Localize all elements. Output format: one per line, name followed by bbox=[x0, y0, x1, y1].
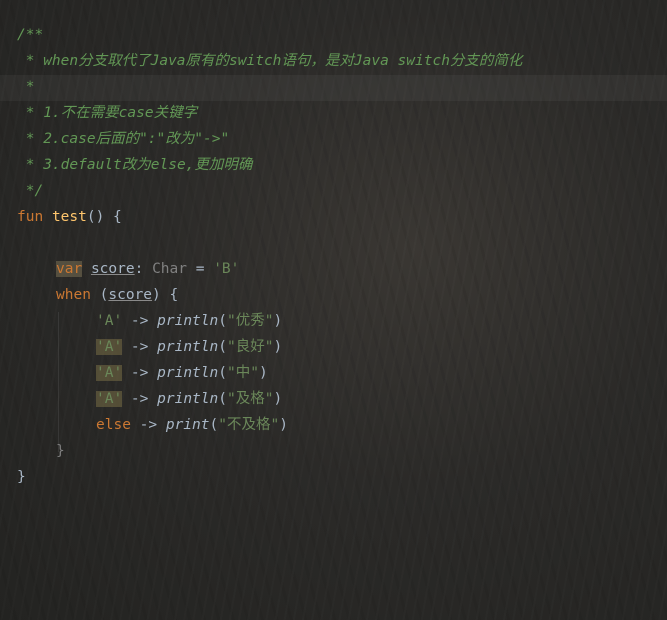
when-close-brace: } bbox=[56, 443, 65, 459]
function-declaration-line: fun test() { bbox=[17, 204, 122, 230]
variable-declaration-line: var score: Char = 'B' bbox=[56, 256, 239, 282]
else-keyword: else bbox=[96, 417, 131, 433]
branch-arrow: -> bbox=[122, 391, 158, 407]
branch-close-paren: ) bbox=[279, 417, 288, 433]
branch-arrow: -> bbox=[122, 313, 158, 329]
when-branch: 'A' -> println("中") bbox=[96, 360, 268, 386]
when-open-paren: ( bbox=[90, 287, 109, 303]
branch-arrow: -> bbox=[130, 417, 166, 433]
doc-comment-line-5: * 3.default改为else,更加明确 bbox=[17, 157, 253, 173]
function-close-brace: } bbox=[17, 469, 26, 485]
else-branch: else -> print("不及格") bbox=[96, 412, 288, 438]
branch-open-paren: ( bbox=[218, 313, 227, 329]
branch-call: println bbox=[157, 313, 219, 329]
doc-comment-line-1: * when分支取代了Java原有的switch语句，是对Java switch… bbox=[17, 53, 523, 69]
branch-close-paren: ) bbox=[273, 339, 283, 355]
doc-comment-line-2: * bbox=[17, 79, 35, 95]
branch-argument: "不及格" bbox=[218, 417, 280, 433]
when-keyword: when bbox=[56, 287, 91, 303]
branch-argument: "及格" bbox=[226, 391, 274, 407]
branch-argument: "优秀" bbox=[226, 313, 274, 329]
branch-arrow: -> bbox=[122, 339, 158, 355]
branch-close-paren: ) bbox=[273, 313, 283, 329]
type-name: Char bbox=[152, 261, 187, 277]
function-signature: () { bbox=[86, 209, 122, 225]
doc-comment-close: */ bbox=[17, 183, 44, 199]
code-editor[interactable]: /** * when分支取代了Java原有的switch语句，是对Java sw… bbox=[0, 0, 667, 620]
branch-condition-duplicate: 'A' bbox=[96, 339, 123, 355]
branch-call: print bbox=[165, 417, 210, 433]
fun-keyword: fun bbox=[17, 209, 44, 225]
branch-argument: "良好" bbox=[226, 339, 274, 355]
doc-comment-line-3: * 1.不在需要case关键字 bbox=[17, 105, 198, 121]
branch-condition: 'A' bbox=[96, 313, 123, 329]
char-literal: 'B' bbox=[213, 261, 240, 277]
branch-close-paren: ) bbox=[273, 391, 283, 407]
when-close-paren: ) { bbox=[152, 287, 179, 303]
branch-condition-duplicate: 'A' bbox=[96, 391, 123, 407]
branch-arrow: -> bbox=[122, 365, 158, 381]
variable-name: score bbox=[90, 261, 135, 277]
branch-close-paren: ) bbox=[258, 365, 268, 381]
branch-call: println bbox=[157, 391, 219, 407]
branch-open-paren: ( bbox=[218, 391, 227, 407]
branch-call: println bbox=[157, 365, 219, 381]
when-subject: score bbox=[108, 287, 153, 303]
when-branch: 'A' -> println("良好") bbox=[96, 334, 282, 360]
when-branch: 'A' -> println("及格") bbox=[96, 386, 282, 412]
branch-open-paren: ( bbox=[209, 417, 219, 433]
branch-open-paren: ( bbox=[218, 365, 227, 381]
branch-call: println bbox=[157, 339, 219, 355]
current-line-highlight bbox=[0, 75, 667, 101]
indent-guide bbox=[58, 312, 59, 452]
branch-argument: "中" bbox=[226, 365, 259, 381]
doc-comment-open: /** bbox=[17, 27, 44, 43]
doc-comment-line-4: * 2.case后面的":"改为"->" bbox=[17, 131, 230, 147]
assign-operator: = bbox=[186, 261, 214, 277]
branch-open-paren: ( bbox=[218, 339, 227, 355]
when-branch: 'A' -> println("优秀") bbox=[96, 308, 282, 334]
function-name: test bbox=[51, 209, 87, 225]
var-keyword: var bbox=[56, 261, 83, 277]
branch-condition-duplicate: 'A' bbox=[96, 365, 123, 381]
when-line: when (score) { bbox=[56, 282, 178, 308]
